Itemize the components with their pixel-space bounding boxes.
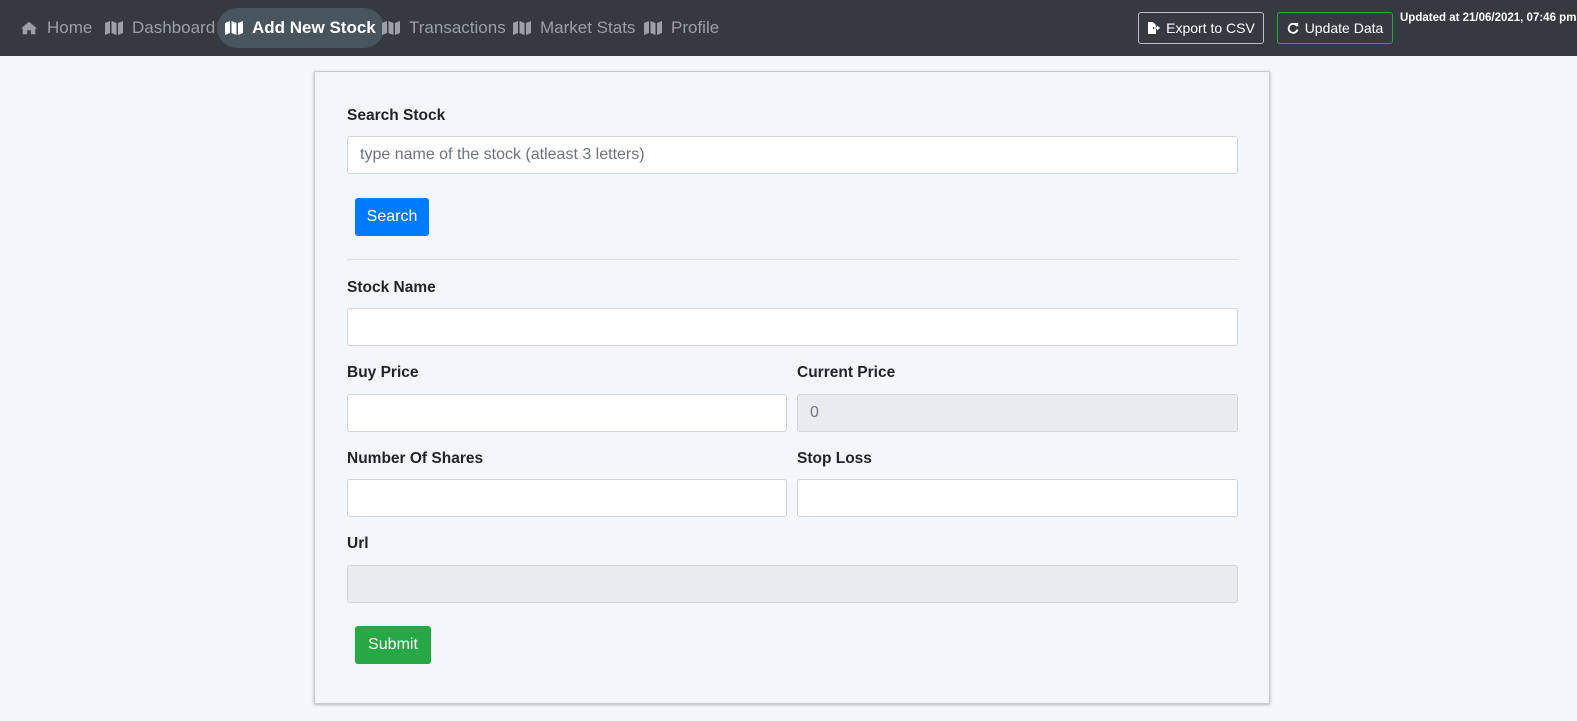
search-button[interactable]: Search [355, 198, 429, 236]
refresh-icon [1287, 22, 1299, 34]
nav-item-label: Transactions [409, 18, 506, 37]
home-icon [20, 20, 40, 36]
export-csv-label: Export to CSV [1166, 20, 1255, 36]
stop-loss-input[interactable] [797, 479, 1238, 517]
buy-price-label: Buy Price [347, 364, 419, 381]
add-stock-form-card: Search Stock Search Stock Name Buy Price… [314, 71, 1270, 704]
current-price-input [797, 394, 1238, 432]
nav-item-profile[interactable]: Profile [636, 8, 727, 48]
update-data-label: Update Data [1304, 20, 1384, 36]
map-icon [225, 20, 245, 36]
nav-item-market-stats[interactable]: Market Stats [505, 8, 643, 48]
number-of-shares-input[interactable] [347, 479, 787, 517]
nav-item-dashboard[interactable]: Dashboard [97, 8, 223, 48]
stock-name-label: Stock Name [347, 279, 436, 296]
url-input [347, 565, 1238, 603]
submit-button[interactable]: Submit [355, 626, 431, 664]
url-label: Url [347, 535, 369, 552]
update-data-button[interactable]: Update Data [1277, 12, 1393, 44]
nav-item-label: Dashboard [132, 18, 216, 37]
buy-price-input[interactable] [347, 394, 787, 432]
map-icon [513, 20, 533, 36]
nav-item-label: Add New Stock [252, 18, 376, 37]
nav-item-add-new-stock[interactable]: Add New Stock [217, 8, 384, 48]
search-stock-input[interactable] [347, 136, 1238, 174]
last-updated-text: Updated at 21/06/2021, 07:46 pm [1400, 12, 1577, 24]
file-export-icon [1147, 21, 1161, 35]
nav-item-transactions[interactable]: Transactions [374, 8, 514, 48]
map-icon [105, 20, 125, 36]
number-of-shares-label: Number Of Shares [347, 450, 484, 467]
map-icon [382, 20, 402, 36]
form-divider [347, 259, 1238, 260]
nav-item-label: Profile [671, 18, 720, 37]
map-icon [644, 20, 664, 36]
stop-loss-label: Stop Loss [797, 450, 872, 467]
nav-item-home[interactable]: Home [12, 8, 100, 48]
search-stock-label: Search Stock [347, 107, 446, 124]
nav-item-label: Market Stats [540, 18, 636, 37]
current-price-label: Current Price [797, 364, 896, 381]
export-csv-button[interactable]: Export to CSV [1138, 12, 1264, 44]
top-navbar: Home Dashboard Add New Stock Transaction… [0, 0, 1577, 56]
nav-item-label: Home [47, 18, 93, 37]
stock-name-input[interactable] [347, 308, 1238, 346]
